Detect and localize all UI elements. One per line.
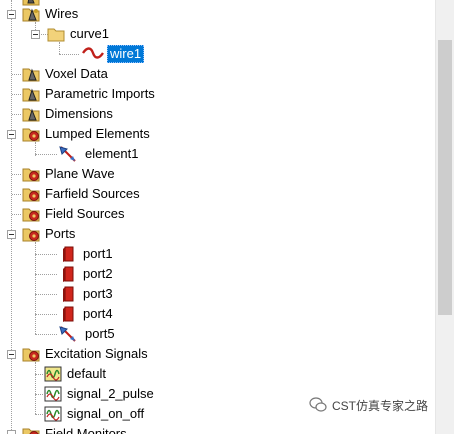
tree-line	[12, 214, 21, 215]
tree-item-label: Farfield Sources	[45, 186, 140, 201]
tree-line	[35, 254, 57, 255]
tree-item-port2[interactable]: port2	[60, 264, 115, 284]
collapse-toggle[interactable]	[7, 130, 16, 139]
tree-item-lumped-elements[interactable]: Lumped Elements	[22, 124, 152, 144]
tree-item-label: port3	[83, 286, 113, 301]
watermark-text: CST仿真专家之路	[331, 398, 428, 413]
folder-icon	[47, 25, 65, 43]
tree-line	[12, 74, 21, 75]
tree-item-label: Excitation Signals	[45, 346, 148, 361]
expand-toggle[interactable]	[7, 430, 16, 434]
tree-item-label: curve1	[70, 26, 110, 41]
tree-item-curve1[interactable]: curve1	[47, 24, 111, 44]
folder-bell-icon	[22, 105, 40, 123]
tree-item-label: Dimensions	[45, 106, 113, 121]
folder-bell-icon	[22, 5, 40, 23]
folder-gear-icon	[22, 205, 40, 223]
tree-item-wires[interactable]: Wires	[22, 4, 80, 24]
tree-line	[35, 334, 57, 335]
folder-gear-icon	[22, 225, 40, 243]
tree-line	[12, 114, 21, 115]
tree-item-field-monitors[interactable]: Field Monitors	[22, 424, 129, 434]
tree-item-parametric-imports[interactable]: Parametric Imports	[22, 84, 157, 104]
tree-item-excitation-signals[interactable]: Excitation Signals	[22, 344, 150, 364]
watermark: CST仿真专家之路	[309, 396, 428, 414]
tree-item-label: port2	[83, 266, 113, 281]
collapse-toggle[interactable]	[7, 350, 16, 359]
tree-item-element1[interactable]: element1	[58, 144, 140, 164]
tree-item-label: Voxel Data	[45, 66, 108, 81]
folder-gear-icon	[22, 425, 40, 434]
folder-gear-icon	[22, 185, 40, 203]
wechat-icon	[309, 396, 327, 414]
tree-item-dimensions[interactable]: Dimensions	[22, 104, 115, 124]
tree-item-label: port1	[83, 246, 113, 261]
tree-item-label: wire1	[107, 45, 145, 63]
tree-item-wire1[interactable]: wire1	[82, 44, 145, 64]
signal-icon	[44, 405, 62, 423]
tree-item-field-sources[interactable]: Field Sources	[22, 204, 126, 224]
tree-item-voxel-data[interactable]: Voxel Data	[22, 64, 110, 84]
tree-line	[12, 194, 21, 195]
tree-line	[35, 414, 43, 415]
tree-line	[35, 374, 43, 375]
tree-line	[35, 242, 36, 334]
tree-line	[59, 54, 79, 55]
vertical-scrollbar[interactable]	[435, 0, 454, 434]
tree-item-label: Ports	[45, 226, 76, 241]
tree-line	[35, 394, 43, 395]
tree-item-signal-2-pulse[interactable]: signal_2_pulse	[44, 384, 156, 404]
tree-line	[35, 294, 57, 295]
tree-item-port4[interactable]: port4	[60, 304, 115, 324]
collapse-toggle[interactable]	[7, 230, 16, 239]
tree-line	[35, 362, 36, 414]
folder-bell-icon	[22, 85, 40, 103]
folder-gear-icon	[22, 125, 40, 143]
port-icon	[60, 245, 78, 263]
folder-gear-icon	[22, 165, 40, 183]
port-icon	[60, 265, 78, 283]
wire-icon	[82, 45, 104, 63]
tree-item-label: signal_on_off	[67, 406, 145, 421]
tree-item-port1[interactable]: port1	[60, 244, 115, 264]
tree-item-label: Field Sources	[45, 206, 125, 221]
tree-line	[12, 174, 21, 175]
folder-gear-icon	[22, 345, 40, 363]
tree-item-label: Field Monitors	[45, 426, 127, 434]
tree-item-label: default	[67, 366, 107, 381]
tree-item-label: signal_2_pulse	[67, 386, 154, 401]
tree-item-label: Plane Wave	[45, 166, 115, 181]
tree-item-label: Lumped Elements	[45, 126, 150, 141]
discrete-port-icon	[58, 325, 80, 343]
tree-item-port3[interactable]: port3	[60, 284, 115, 304]
collapse-toggle[interactable]	[31, 30, 40, 39]
signal-icon	[44, 385, 62, 403]
tree-item-default[interactable]: default	[44, 364, 108, 384]
navigation-tree: Wires curve1 wire1 Voxel Data Parametric…	[0, 0, 436, 434]
tree-line	[11, 0, 12, 434]
tree-item-label: element1	[85, 146, 139, 161]
signal-icon	[44, 365, 62, 383]
tree-item-port5[interactable]: port5	[58, 324, 117, 344]
tree-item-label: Wires	[45, 6, 79, 21]
tree-item-signal-on-off[interactable]: signal_on_off	[44, 404, 146, 424]
port-icon	[60, 285, 78, 303]
tree-line	[35, 154, 57, 155]
tree-item-label: Parametric Imports	[45, 86, 155, 101]
lumped-element-icon	[58, 145, 80, 163]
tree-line	[12, 94, 21, 95]
tree-item-label: port4	[83, 306, 113, 321]
folder-bell-icon	[22, 65, 40, 83]
tree-item-plane-wave[interactable]: Plane Wave	[22, 164, 117, 184]
tree-line	[35, 314, 57, 315]
tree-line	[35, 274, 57, 275]
tree-item-farfield-sources[interactable]: Farfield Sources	[22, 184, 142, 204]
collapse-toggle[interactable]	[7, 10, 16, 19]
scrollbar-thumb[interactable]	[438, 40, 452, 315]
port-icon	[60, 305, 78, 323]
tree-item-label: port5	[85, 326, 115, 341]
tree-item-ports[interactable]: Ports	[22, 224, 77, 244]
